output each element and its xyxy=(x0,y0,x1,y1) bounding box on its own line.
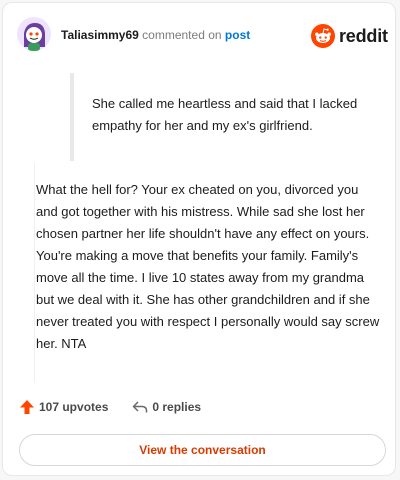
comment-actions: 107 upvotes 0 replies xyxy=(19,399,201,415)
upvote-count: 107 upvotes xyxy=(39,400,109,414)
reddit-logo-icon xyxy=(311,24,335,48)
upvote-button[interactable]: 107 upvotes xyxy=(19,399,108,415)
snoo-avatar-icon xyxy=(17,17,51,51)
upvote-arrow-icon xyxy=(20,400,34,414)
user-avatar[interactable] xyxy=(17,17,51,51)
thread-line xyxy=(34,163,35,383)
reddit-brand[interactable]: reddit xyxy=(311,24,388,48)
post-link[interactable]: post xyxy=(225,28,250,42)
reply-button[interactable]: 0 replies xyxy=(132,399,201,415)
reddit-wordmark: reddit xyxy=(339,25,388,46)
comment-card: Taliasimmy69 commented on post reddit Sh… xyxy=(2,2,396,476)
comment-meta: Taliasimmy69 commented on post xyxy=(61,28,250,42)
username[interactable]: Taliasimmy69 xyxy=(61,28,139,42)
reply-count: 0 replies xyxy=(152,400,202,414)
view-conversation-button[interactable]: View the conversation xyxy=(19,434,386,466)
comment-header: Taliasimmy69 commented on post reddit xyxy=(3,3,395,67)
commented-on-text: commented on xyxy=(142,28,222,42)
comment-body: What the hell for? Your ex cheated on yo… xyxy=(36,182,380,351)
quoted-text: She called me heartless and said that I … xyxy=(70,73,360,161)
reply-arrow-icon xyxy=(133,401,148,413)
